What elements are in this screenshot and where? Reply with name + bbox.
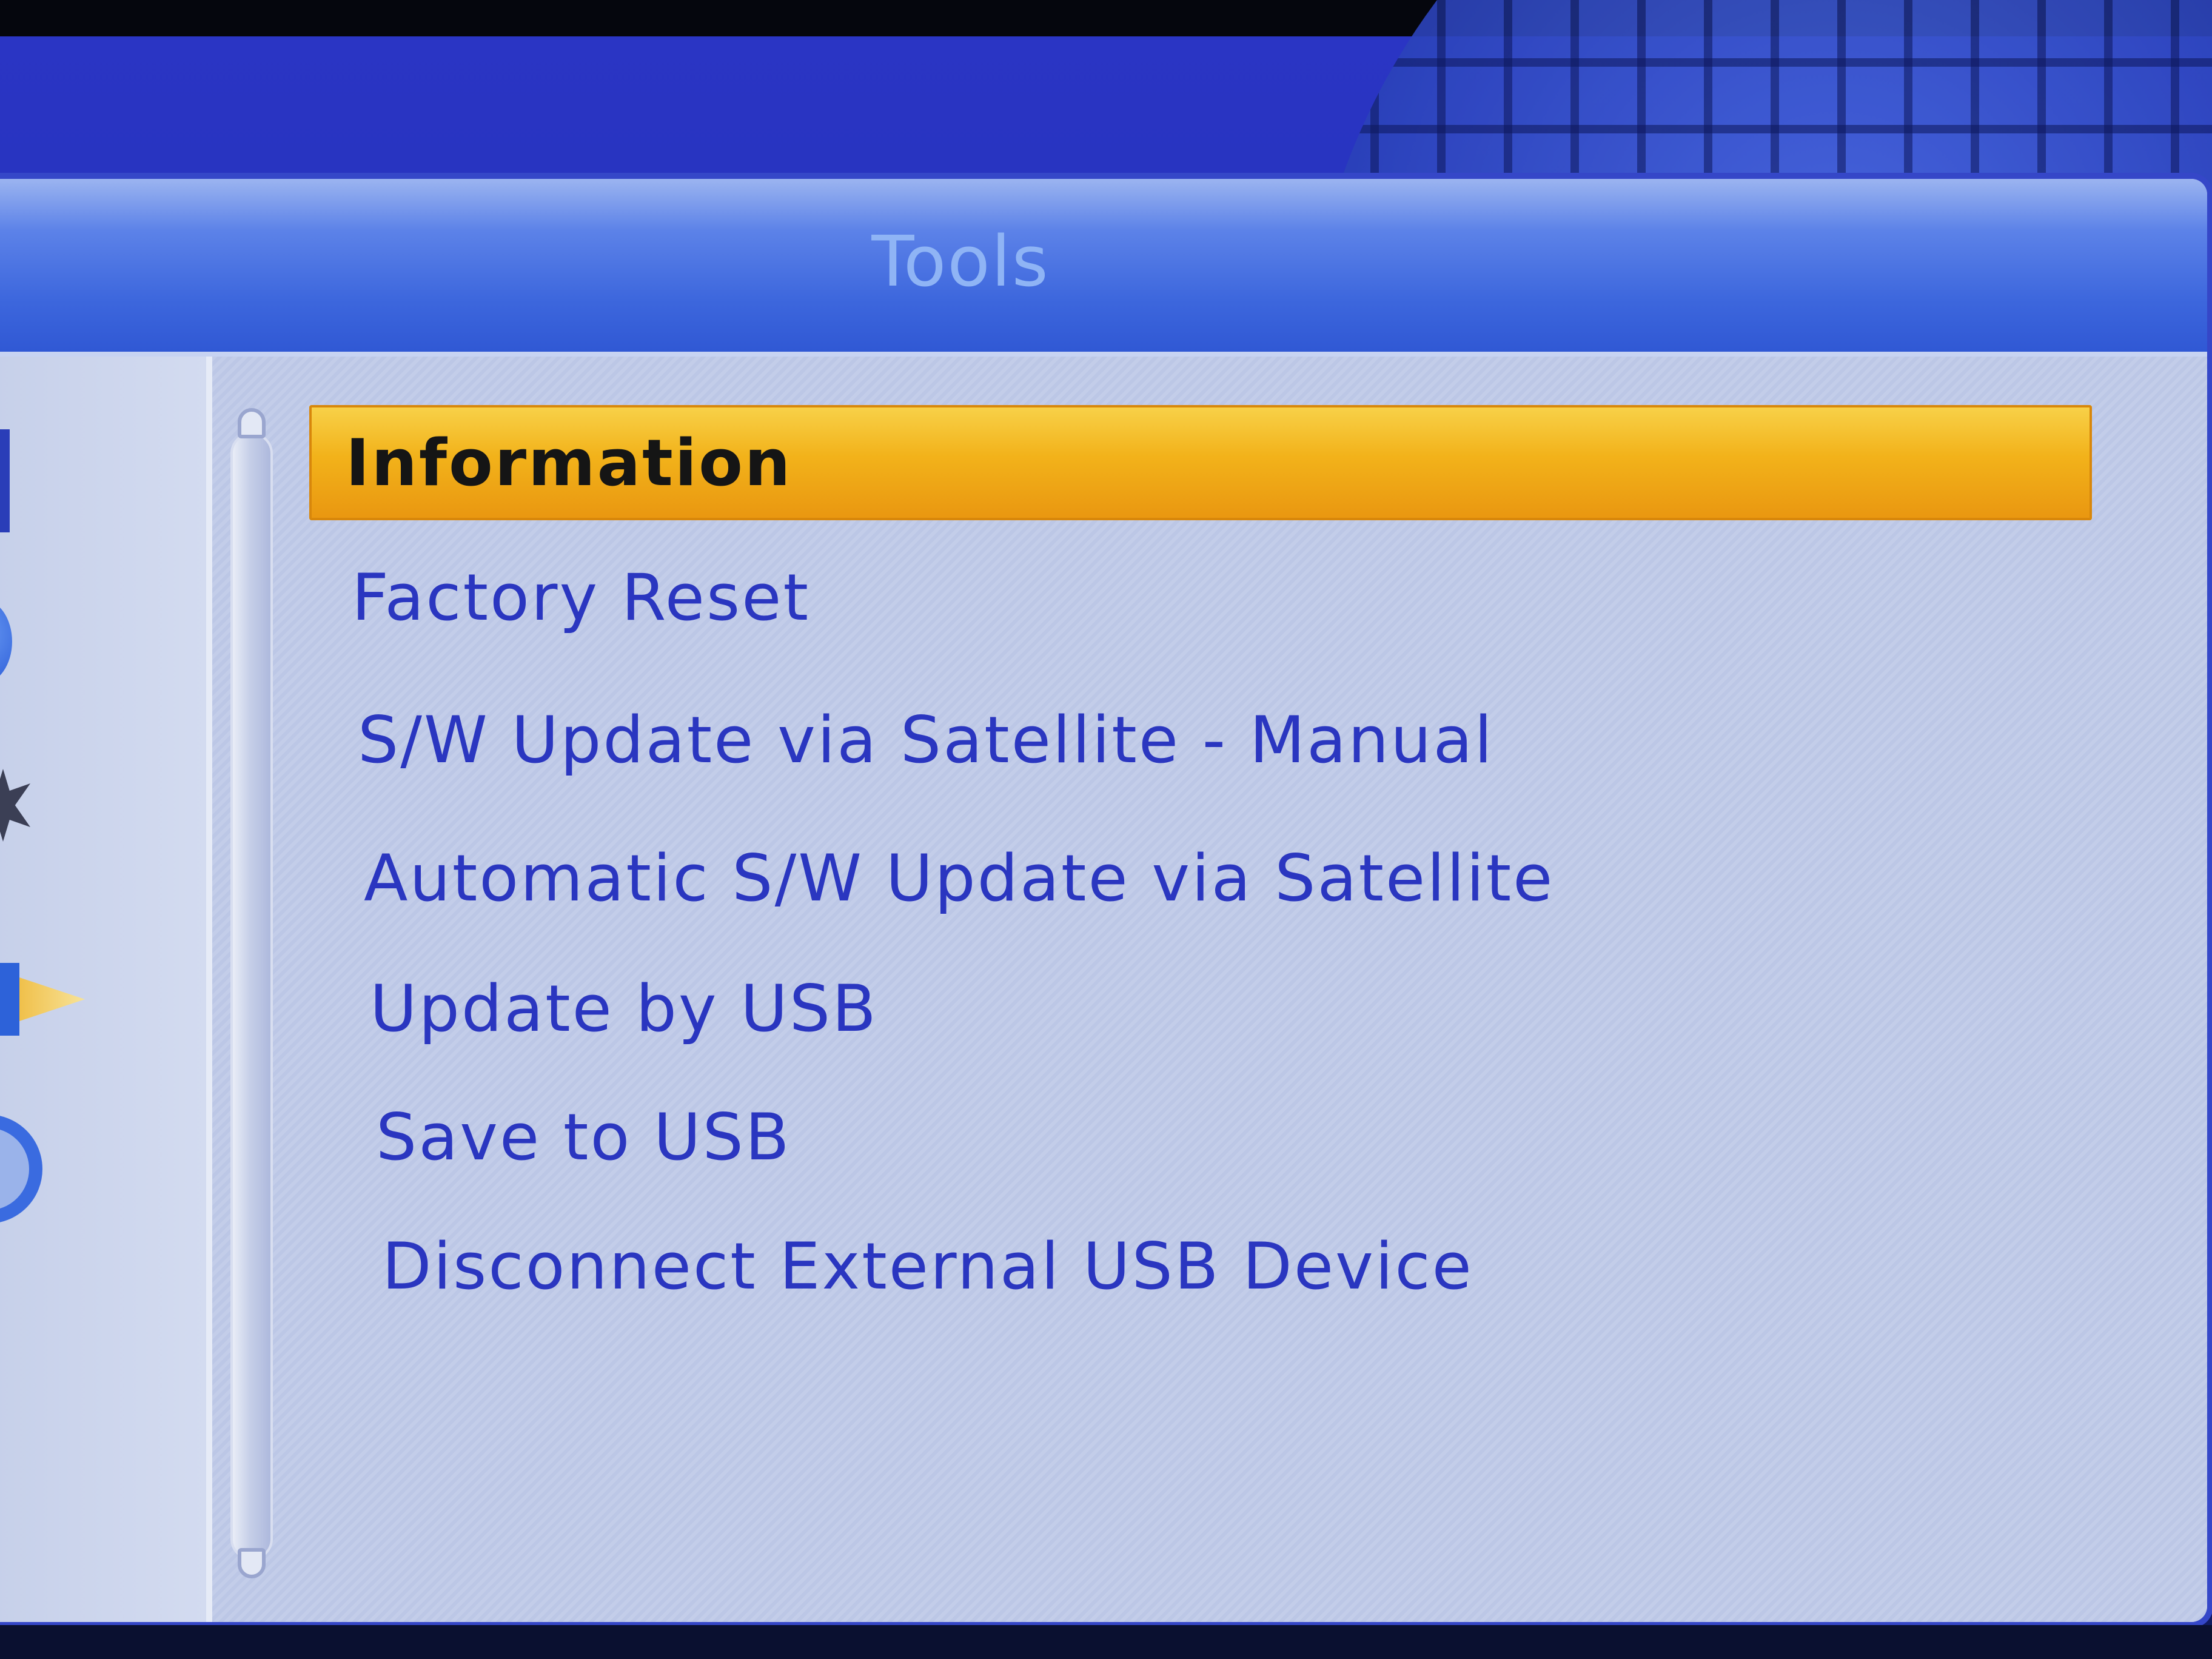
menu-item-update-by-usb[interactable]: Update by USB <box>309 951 2092 1066</box>
menu-item-label: Save to USB <box>376 1099 791 1175</box>
folder-arrow-icon[interactable] <box>0 963 85 1036</box>
menu-panel: Information Factory Reset S/W Update via… <box>0 357 2207 1622</box>
tv-icon[interactable] <box>0 429 10 532</box>
screen-bezel-bottom <box>0 1625 2212 1659</box>
menu-item-label: Information <box>346 425 793 500</box>
sidebar-icon-column <box>0 357 212 1622</box>
tv-screen: Tools Information Factory Reset S/W Upda… <box>0 0 2212 1659</box>
menu-item-disconnect-usb[interactable]: Disconnect External USB Device <box>309 1208 2092 1324</box>
menu-item-label: Disconnect External USB Device <box>382 1228 1473 1304</box>
menu-item-label: Automatic S/W Update via Satellite <box>364 840 1555 916</box>
menu-item-label: S/W Update via Satellite - Manual <box>358 702 1494 777</box>
menu-list: Information Factory Reset S/W Update via… <box>309 405 2092 1557</box>
menu-item-automatic-sw-update[interactable]: Automatic S/W Update via Satellite <box>309 820 2092 936</box>
scroll-down-arrow-icon[interactable] <box>238 1548 266 1578</box>
scrollbar[interactable] <box>224 408 279 1578</box>
menu-item-information[interactable]: Information <box>309 405 2092 520</box>
menu-item-sw-update-satellite-manual[interactable]: S/W Update via Satellite - Manual <box>309 682 2092 797</box>
star-icon[interactable] <box>0 769 30 842</box>
refresh-icon[interactable] <box>0 1114 42 1224</box>
scroll-up-arrow-icon[interactable] <box>238 408 266 438</box>
menu-item-factory-reset[interactable]: Factory Reset <box>309 540 2092 655</box>
globe-icon[interactable] <box>0 599 12 684</box>
menu-item-label: Update by USB <box>370 971 878 1046</box>
menu-item-save-to-usb[interactable]: Save to USB <box>309 1079 2092 1195</box>
window-title: Tools <box>871 221 1050 303</box>
scrollbar-track[interactable] <box>230 432 273 1560</box>
tools-menu-window: Tools Information Factory Reset S/W Upda… <box>0 179 2207 1622</box>
menu-item-label: Factory Reset <box>352 560 811 635</box>
title-bar: Tools <box>0 179 2207 357</box>
